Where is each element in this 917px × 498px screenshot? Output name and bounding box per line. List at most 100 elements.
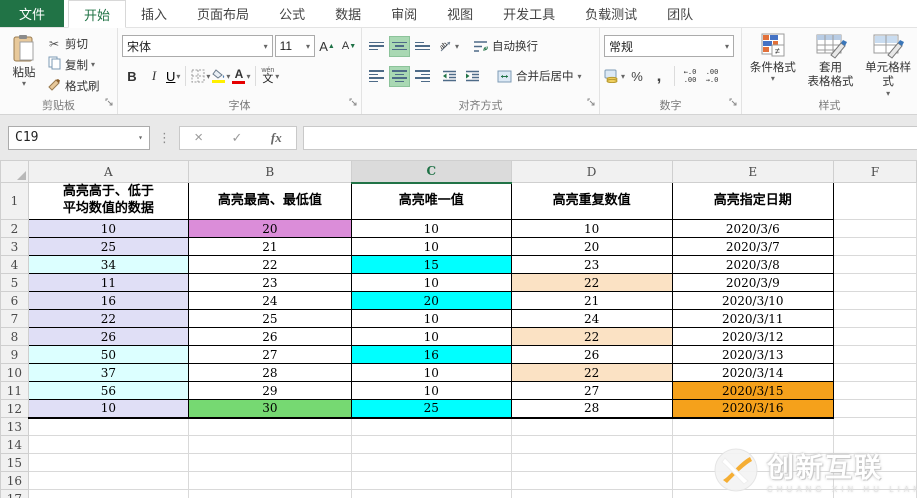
column-header-D[interactable]: D	[510, 160, 673, 183]
cell-F10[interactable]	[833, 363, 917, 382]
cell-D4[interactable]: 23	[510, 255, 673, 274]
cell-C8[interactable]: 10	[350, 327, 512, 346]
cell-C12[interactable]: 25	[350, 399, 512, 419]
cell-D10[interactable]: 22	[510, 363, 673, 382]
align-right-button[interactable]	[412, 66, 433, 87]
cell-A17[interactable]	[27, 489, 189, 498]
cell-E8[interactable]: 2020/3/12	[671, 327, 835, 346]
cell-C2[interactable]: 10	[350, 219, 512, 238]
shrink-font-button[interactable]: A ▼	[339, 35, 359, 57]
row-header-9[interactable]: 9	[0, 345, 29, 364]
cell-D11[interactable]: 27	[510, 381, 673, 400]
row-header-17[interactable]: 17	[0, 489, 29, 498]
align-bottom-button[interactable]	[412, 36, 433, 57]
insert-function-icon[interactable]: fx	[271, 130, 282, 146]
copy-button[interactable]: 复制 ▾	[46, 55, 100, 74]
cell-A2[interactable]: 10	[27, 219, 189, 238]
cell-A7[interactable]: 22	[27, 309, 189, 328]
cell-F5[interactable]	[833, 273, 917, 292]
cell-C16[interactable]	[350, 471, 512, 490]
cell-F9[interactable]	[833, 345, 917, 364]
cancel-icon[interactable]: ×	[194, 129, 203, 146]
cell-D16[interactable]	[510, 471, 673, 490]
alignment-dialog-launcher-icon[interactable]	[587, 94, 596, 112]
cell-styles-button[interactable]: 单元格样式 ▾	[861, 31, 915, 97]
font-color-button[interactable]: A ▾	[232, 65, 250, 87]
header-cell-D1[interactable]: 高亮重复数值	[510, 182, 673, 220]
cell-B6[interactable]: 24	[187, 291, 352, 310]
formula-bar-resize-handle[interactable]: ⋮	[158, 130, 171, 146]
cell-C14[interactable]	[350, 435, 512, 454]
cell-A10[interactable]: 37	[27, 363, 189, 382]
cell-D3[interactable]: 20	[510, 237, 673, 256]
comma-style-button[interactable]: ,	[649, 65, 669, 87]
cell-B13[interactable]	[187, 417, 352, 436]
cell-D12[interactable]: 28	[510, 399, 673, 419]
number-format-select[interactable]: 常规 ▾	[604, 35, 734, 57]
cell-D14[interactable]	[510, 435, 673, 454]
cell-F8[interactable]	[833, 327, 917, 346]
select-all-corner[interactable]	[0, 160, 29, 183]
row-header-3[interactable]: 3	[0, 237, 29, 256]
cell-D7[interactable]: 24	[510, 309, 673, 328]
cell-F2[interactable]	[833, 219, 917, 238]
font-dialog-launcher-icon[interactable]	[349, 94, 358, 112]
cell-A4[interactable]: 34	[27, 255, 189, 274]
cell-A8[interactable]: 26	[27, 327, 189, 346]
row-header-10[interactable]: 10	[0, 363, 29, 382]
cell-E9[interactable]: 2020/3/13	[671, 345, 835, 364]
enter-icon[interactable]: ✓	[231, 130, 242, 146]
cell-F12[interactable]	[833, 399, 917, 418]
cell-D6[interactable]: 21	[510, 291, 673, 310]
cell-C11[interactable]: 10	[350, 381, 512, 400]
cell-B7[interactable]: 25	[187, 309, 352, 328]
cell-E4[interactable]: 2020/3/8	[671, 255, 835, 274]
decrease-decimal-button[interactable]: .00 →.0	[702, 65, 722, 87]
cell-B12[interactable]: 30	[187, 399, 352, 419]
cell-E12[interactable]: 2020/3/16	[671, 399, 835, 419]
header-cell-A1[interactable]: 高亮高于、低于 平均数值的数据	[27, 182, 189, 220]
paste-dropdown-icon[interactable]: ▾	[22, 80, 26, 88]
row-header-12[interactable]: 12	[0, 399, 29, 418]
italic-button[interactable]: I	[144, 65, 164, 87]
tab-插入[interactable]: 插入	[126, 0, 182, 27]
cell-A9[interactable]: 50	[27, 345, 189, 364]
header-cell-B1[interactable]: 高亮最高、最低值	[187, 182, 352, 220]
cell-F4[interactable]	[833, 255, 917, 274]
cell-A6[interactable]: 16	[27, 291, 189, 310]
cell-B5[interactable]: 23	[187, 273, 352, 292]
cell-C13[interactable]	[350, 417, 512, 436]
font-size-select[interactable]: 11 ▾	[274, 35, 315, 57]
cell-F3[interactable]	[833, 237, 917, 256]
cell-B17[interactable]	[187, 489, 352, 498]
merge-center-button[interactable]: 合并后居中 ▾	[493, 65, 586, 87]
tab-审阅[interactable]: 审阅	[376, 0, 432, 27]
cell-D15[interactable]	[510, 453, 673, 472]
tab-团队[interactable]: 团队	[652, 0, 708, 27]
align-center-button[interactable]	[389, 65, 410, 87]
cell-A5[interactable]: 11	[27, 273, 189, 292]
wrap-text-button[interactable]: 自动换行	[469, 35, 542, 57]
cell-B2[interactable]: 20	[187, 219, 352, 238]
cell-D13[interactable]	[510, 417, 673, 436]
cell-D5[interactable]: 22	[510, 273, 673, 292]
row-header-16[interactable]: 16	[0, 471, 29, 490]
cell-B11[interactable]: 29	[187, 381, 352, 400]
grow-font-button[interactable]: A ▲	[317, 35, 337, 57]
tab-file[interactable]: 文件	[0, 0, 65, 27]
bold-button[interactable]: B	[122, 65, 142, 87]
row-header-13[interactable]: 13	[0, 417, 29, 436]
number-dialog-launcher-icon[interactable]	[729, 94, 738, 112]
align-top-button[interactable]	[366, 36, 387, 57]
row-header-1[interactable]: 1	[0, 182, 29, 220]
cell-A15[interactable]	[27, 453, 189, 472]
cell-C7[interactable]: 10	[350, 309, 512, 328]
cell-F13[interactable]	[833, 417, 917, 436]
clipboard-dialog-launcher-icon[interactable]	[105, 94, 114, 112]
cell-A11[interactable]: 56	[27, 381, 189, 400]
orientation-button[interactable]: ab ▾	[439, 35, 459, 57]
row-header-2[interactable]: 2	[0, 219, 29, 238]
cell-B4[interactable]: 22	[187, 255, 352, 274]
fill-color-button[interactable]: ▾	[212, 65, 230, 87]
increase-decimal-button[interactable]: ←.0.00	[680, 65, 700, 87]
